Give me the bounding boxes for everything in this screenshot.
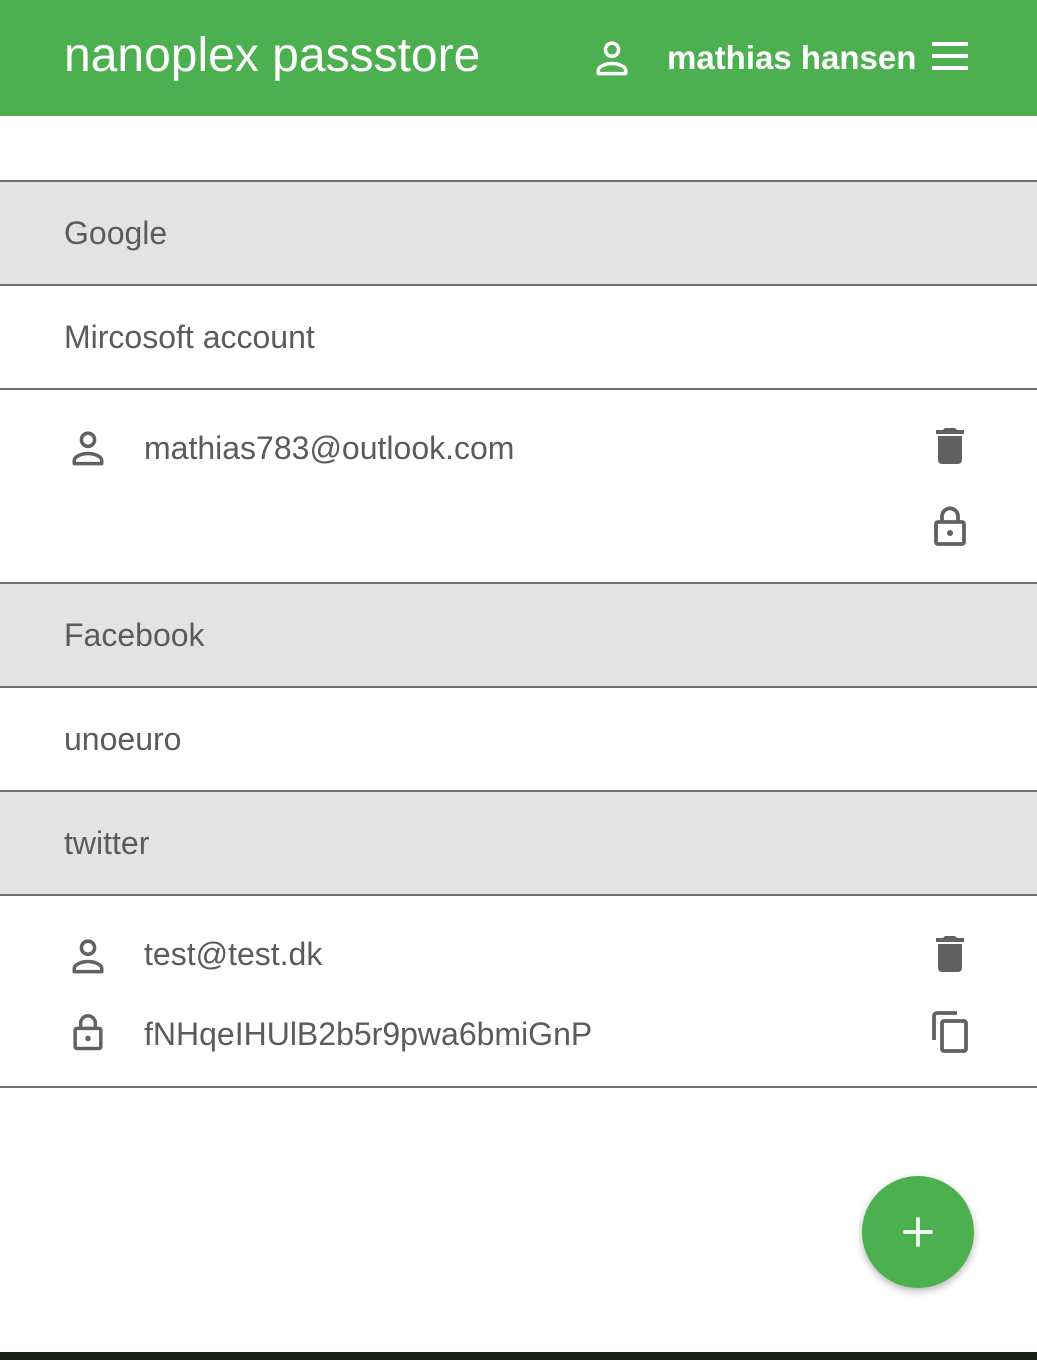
add-entry-button[interactable]	[862, 1176, 974, 1288]
entry-label: Google	[64, 215, 168, 251]
entry-details-twitter: test@test.dk fNHqeIHUlB2b5r9pwa6bmiGnP	[0, 894, 1037, 1088]
user-name[interactable]: mathias hansen	[667, 38, 916, 78]
entry-row-google[interactable]: Google	[0, 180, 1037, 284]
username-text: mathias783@outlook.com	[144, 430, 515, 466]
person-outline-icon	[72, 431, 104, 466]
entry-label: Facebook	[64, 617, 205, 653]
plus-icon	[903, 1217, 933, 1247]
app-window: nanoplex passstore mathias hansen Google…	[0, 0, 1037, 1352]
entry-label: twitter	[64, 825, 150, 861]
trash-icon[interactable]	[926, 930, 974, 978]
lock-icon	[73, 1014, 103, 1051]
entry-row-unoeuro[interactable]: unoeuro	[0, 686, 1037, 790]
entry-row-twitter[interactable]: twitter	[0, 790, 1037, 894]
entry-row-facebook[interactable]: Facebook	[0, 582, 1037, 686]
desktop-background	[0, 1352, 1037, 1360]
username-text: test@test.dk	[144, 936, 323, 972]
password-text[interactable]: fNHqeIHUlB2b5r9pwa6bmiGnP	[144, 1014, 592, 1054]
entry-label: unoeuro	[64, 721, 182, 757]
app-title: nanoplex passstore	[64, 29, 481, 82]
copy-icon[interactable]	[926, 1008, 974, 1056]
person-outline-icon	[72, 939, 104, 974]
entry-label: Mircosoft account	[64, 319, 315, 355]
person-outline-icon	[596, 41, 628, 76]
app-bar: nanoplex passstore mathias hansen	[0, 0, 1037, 116]
trash-icon[interactable]	[926, 422, 974, 470]
password-list: Google Mircosoft account mathias783@outl…	[0, 180, 1037, 1088]
hamburger-menu-icon[interactable]	[926, 32, 974, 80]
lock-icon[interactable]	[926, 502, 974, 550]
entry-row-microsoft-account[interactable]: Mircosoft account	[0, 284, 1037, 388]
entry-details-microsoft-account: mathias783@outlook.com	[0, 388, 1037, 582]
